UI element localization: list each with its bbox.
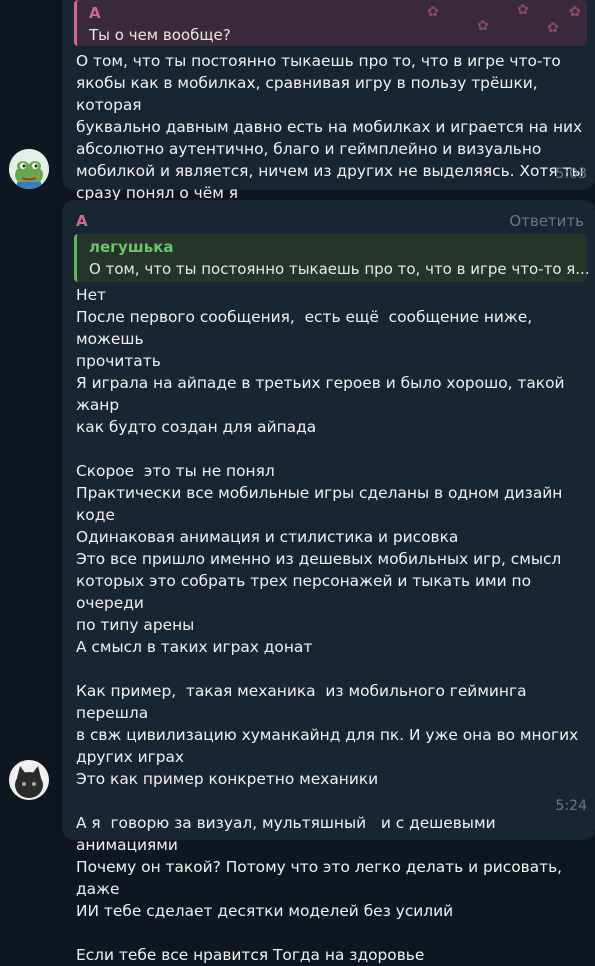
reply-author: легушька [89, 238, 174, 256]
paw-pattern-icon: ✿ [569, 4, 581, 20]
reply-text: О том, что ты постоянно тыкаешь про то, … [89, 260, 590, 278]
paw-pattern-icon: ✿ [547, 20, 559, 36]
dark-cat-avatar-icon [9, 760, 49, 800]
reply-button[interactable]: Ответить [509, 212, 584, 230]
message-bubble[interactable]: ✿ ✿ ✿ ✿ ✿ А Ты о чем вообще? О том, что … [62, 0, 595, 202]
paw-pattern-icon: ✿ [427, 4, 439, 20]
paw-pattern-icon: ✿ [517, 2, 529, 18]
message-text: О том, что ты постоянно тыкаешь про то, … [76, 52, 584, 202]
pepe-frog-avatar-icon [9, 149, 49, 189]
reply-quote[interactable]: легушька О том, что ты постоянно тыкаешь… [74, 234, 590, 282]
paw-pattern-icon: ✿ [477, 18, 489, 34]
avatar[interactable] [9, 149, 49, 189]
message-author: А [76, 212, 88, 230]
avatar[interactable] [9, 760, 49, 800]
message-bubble[interactable]: А Ответить легушька О том, что ты постоя… [62, 200, 595, 964]
reply-author: А [89, 4, 101, 22]
message-time: 5:03 [555, 166, 587, 182]
message-text: Нет После первого сообщения, есть ещё со… [76, 286, 579, 964]
message-time: 5:24 [555, 798, 587, 814]
reply-quote[interactable]: ✿ ✿ ✿ ✿ ✿ А Ты о чем вообще? [74, 0, 587, 46]
reply-text: Ты о чем вообще? [89, 26, 231, 44]
